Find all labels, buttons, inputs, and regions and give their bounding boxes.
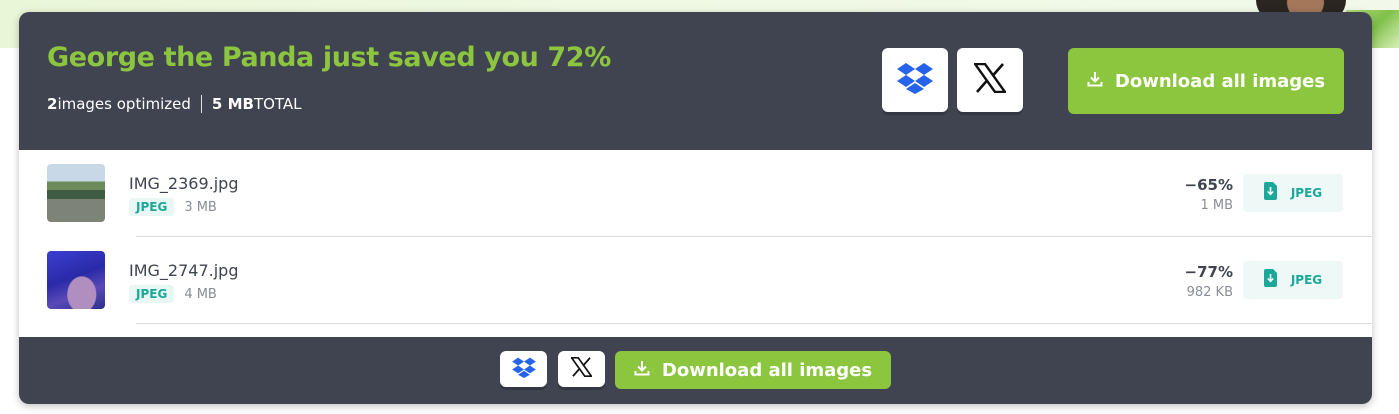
results-panel: George the Panda just saved you 72% 2 im…	[19, 12, 1372, 404]
savings-headline: George the Panda just saved you 72%	[47, 42, 611, 73]
optimization-stats: 2 images optimized 5 MB TOTAL	[47, 95, 302, 113]
file-download-icon	[1263, 269, 1277, 291]
download-all-label: Download all images	[661, 359, 873, 381]
compressed-size: 982 KB	[1186, 285, 1233, 300]
file-name: IMG_2747.jpg	[129, 261, 239, 280]
results-footer: Download all images	[19, 337, 1372, 404]
list-item: IMG_2747.jpg JPEG 4 MB −77% 982 KB JPEG	[19, 237, 1372, 323]
total-label: TOTAL	[253, 95, 302, 113]
file-download-icon	[1263, 182, 1277, 204]
original-size: 3 MB	[184, 199, 217, 215]
download-file-button[interactable]: JPEG	[1243, 261, 1343, 299]
download-format-label: JPEG	[1290, 186, 1323, 200]
save-to-dropbox-button[interactable]	[500, 351, 547, 387]
file-name: IMG_2369.jpg	[129, 174, 239, 193]
row-divider	[136, 323, 1372, 324]
dropbox-icon	[511, 357, 536, 382]
list-item: IMG_2369.jpg JPEG 3 MB −65% 1 MB JPEG	[19, 150, 1372, 236]
savings-percent: −65%	[1184, 176, 1233, 194]
format-badge: JPEG	[129, 198, 175, 216]
stats-divider	[200, 95, 202, 113]
results-header: George the Panda just saved you 72% 2 im…	[19, 12, 1372, 150]
download-file-button[interactable]: JPEG	[1243, 174, 1343, 212]
image-thumbnail[interactable]	[47, 164, 105, 222]
dropbox-icon	[897, 62, 933, 98]
share-on-x-button[interactable]	[558, 351, 605, 387]
file-meta: JPEG 3 MB	[129, 198, 217, 216]
download-icon	[1087, 71, 1103, 92]
x-logo-icon	[569, 356, 594, 381]
image-thumbnail[interactable]	[47, 251, 105, 309]
original-size: 4 MB	[184, 286, 217, 302]
images-count: 2	[47, 95, 58, 113]
format-badge: JPEG	[129, 285, 175, 303]
download-all-button[interactable]: Download all images	[1068, 48, 1344, 114]
save-to-dropbox-button[interactable]	[882, 48, 948, 112]
download-all-label: Download all images	[1114, 70, 1326, 92]
x-logo-icon	[972, 62, 1008, 97]
download-all-button[interactable]: Download all images	[615, 351, 891, 389]
savings-percent: −77%	[1184, 263, 1233, 281]
download-icon	[634, 360, 650, 381]
file-meta: JPEG 4 MB	[129, 285, 217, 303]
images-label: images optimized	[57, 95, 191, 113]
download-format-label: JPEG	[1290, 273, 1323, 287]
total-size: 5 MB	[211, 95, 254, 113]
share-on-x-button[interactable]	[957, 48, 1023, 112]
compressed-size: 1 MB	[1200, 198, 1233, 213]
file-list: IMG_2369.jpg JPEG 3 MB −65% 1 MB JPEG IM…	[19, 150, 1372, 337]
